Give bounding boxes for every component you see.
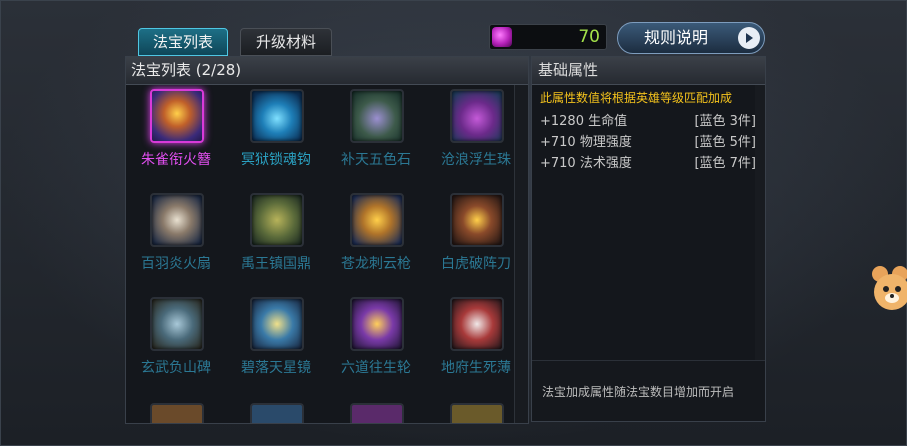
- treasure-item[interactable]: 朱雀衔火簪: [126, 85, 226, 185]
- footer-text: 法宝加成属性随法宝数目增加而开启: [542, 385, 735, 399]
- treasure-name: 碧落天星镜: [241, 360, 311, 376]
- spear-icon: [350, 193, 404, 247]
- treasure-grid: 朱雀衔火簪 冥狱锁魂钩 补天五色石 沧浪浮生珠 百羽炎火扇 禹王镇国鼎 苍龙刺云…: [126, 85, 513, 423]
- treasure-item[interactable]: 白虎破阵刀: [426, 189, 513, 289]
- treasure-item[interactable]: 禹王镇国鼎: [226, 189, 326, 289]
- stat-value: +1280 生命值: [540, 114, 628, 129]
- stat-requirement: [蓝色 5件]: [694, 135, 756, 150]
- blade-icon: [450, 193, 504, 247]
- treasure-name: 六道往生轮: [341, 360, 411, 376]
- orb-icon: [450, 89, 504, 143]
- treasure-list-scrollbar[interactable]: [514, 85, 528, 423]
- currency-value: 70: [578, 27, 600, 47]
- treasure-item[interactable]: 玄武负山碑: [126, 293, 226, 393]
- treasure-item-partial-icon[interactable]: [450, 403, 504, 423]
- base-attributes-header: 基础属性: [532, 57, 765, 85]
- treasure-item-partial-icon[interactable]: [350, 403, 404, 423]
- wheel-icon: [350, 297, 404, 351]
- treasure-name: 朱雀衔火簪: [141, 152, 211, 168]
- bear-mascot-icon[interactable]: [870, 262, 907, 322]
- base-attributes-panel: 基础属性 此属性数值将根据英雄等级匹配加成 +1280 生命值 [蓝色 3件] …: [531, 56, 766, 422]
- treasure-item[interactable]: 百羽炎火扇: [126, 189, 226, 289]
- stat-row: +710 物理强度 [蓝色 5件]: [540, 131, 760, 151]
- treasure-name: 苍龙刺云枪: [341, 256, 411, 272]
- treasure-name: 禹王镇国鼎: [241, 256, 311, 272]
- treasure-name: 补天五色石: [341, 152, 411, 168]
- stat-value: +710 法术强度: [540, 156, 632, 171]
- stat-value: +710 物理强度: [540, 135, 632, 150]
- stat-row: +710 法术强度 [蓝色 7件]: [540, 152, 760, 172]
- currency-display: 70: [489, 24, 607, 50]
- treasure-item[interactable]: 碧落天星镜: [226, 293, 326, 393]
- treasure-item[interactable]: 苍龙刺云枪: [326, 189, 426, 289]
- treasure-name: 白虎破阵刀: [441, 256, 511, 272]
- treasure-item[interactable]: 补天五色石: [326, 85, 426, 185]
- crystal-stone-icon: [350, 89, 404, 143]
- purple-gem-icon: [492, 27, 512, 47]
- treasure-item[interactable]: 地府生死薄: [426, 293, 513, 393]
- stele-icon: [150, 297, 204, 351]
- base-attributes-title: 基础属性: [538, 61, 599, 79]
- treasure-name: 冥狱锁魂钩: [241, 152, 311, 168]
- tab-upgrade-materials[interactable]: 升级材料: [240, 28, 332, 56]
- phoenix-hairpin-icon: [150, 89, 204, 143]
- rules-button[interactable]: 规则说明: [617, 22, 765, 54]
- treasure-list-header: 法宝列表 (2/28): [126, 57, 528, 85]
- cauldron-icon: [250, 193, 304, 247]
- stat-requirement: [蓝色 7件]: [694, 156, 756, 171]
- rules-button-label: 规则说明: [644, 28, 709, 47]
- book-icon: [450, 297, 504, 351]
- treasure-name: 地府生死薄: [441, 360, 511, 376]
- treasure-list-title: 法宝列表 (2/28): [131, 61, 242, 79]
- stat-requirement: [蓝色 3件]: [694, 114, 756, 129]
- treasure-name: 百羽炎火扇: [141, 256, 211, 272]
- treasure-item-partial-icon[interactable]: [150, 403, 204, 423]
- tab-treasure-list[interactable]: 法宝列表: [138, 28, 228, 56]
- treasure-name: 沧浪浮生珠: [441, 152, 511, 168]
- treasure-item-partial-icon[interactable]: [250, 403, 304, 423]
- play-arrow-icon: [738, 27, 760, 49]
- treasure-item[interactable]: 冥狱锁魂钩: [226, 85, 326, 185]
- treasure-list-panel: 法宝列表 (2/28) 朱雀衔火簪 冥狱锁魂钩 补天五色石 沧浪浮生珠 百羽炎火…: [125, 56, 529, 424]
- stat-row: +1280 生命值 [蓝色 3件]: [540, 110, 760, 130]
- feather-fan-icon: [150, 193, 204, 247]
- attributes-scrollbar[interactable]: [755, 85, 765, 360]
- treasure-name: 玄武负山碑: [141, 360, 211, 376]
- treasure-item[interactable]: 六道往生轮: [326, 293, 426, 393]
- attribute-note: 此属性数值将根据英雄等级匹配加成: [540, 91, 733, 105]
- mirror-icon: [250, 297, 304, 351]
- attributes-footer: 法宝加成属性随法宝数目增加而开启: [532, 360, 765, 421]
- hook-icon: [250, 89, 304, 143]
- treasure-item[interactable]: 沧浪浮生珠: [426, 85, 513, 185]
